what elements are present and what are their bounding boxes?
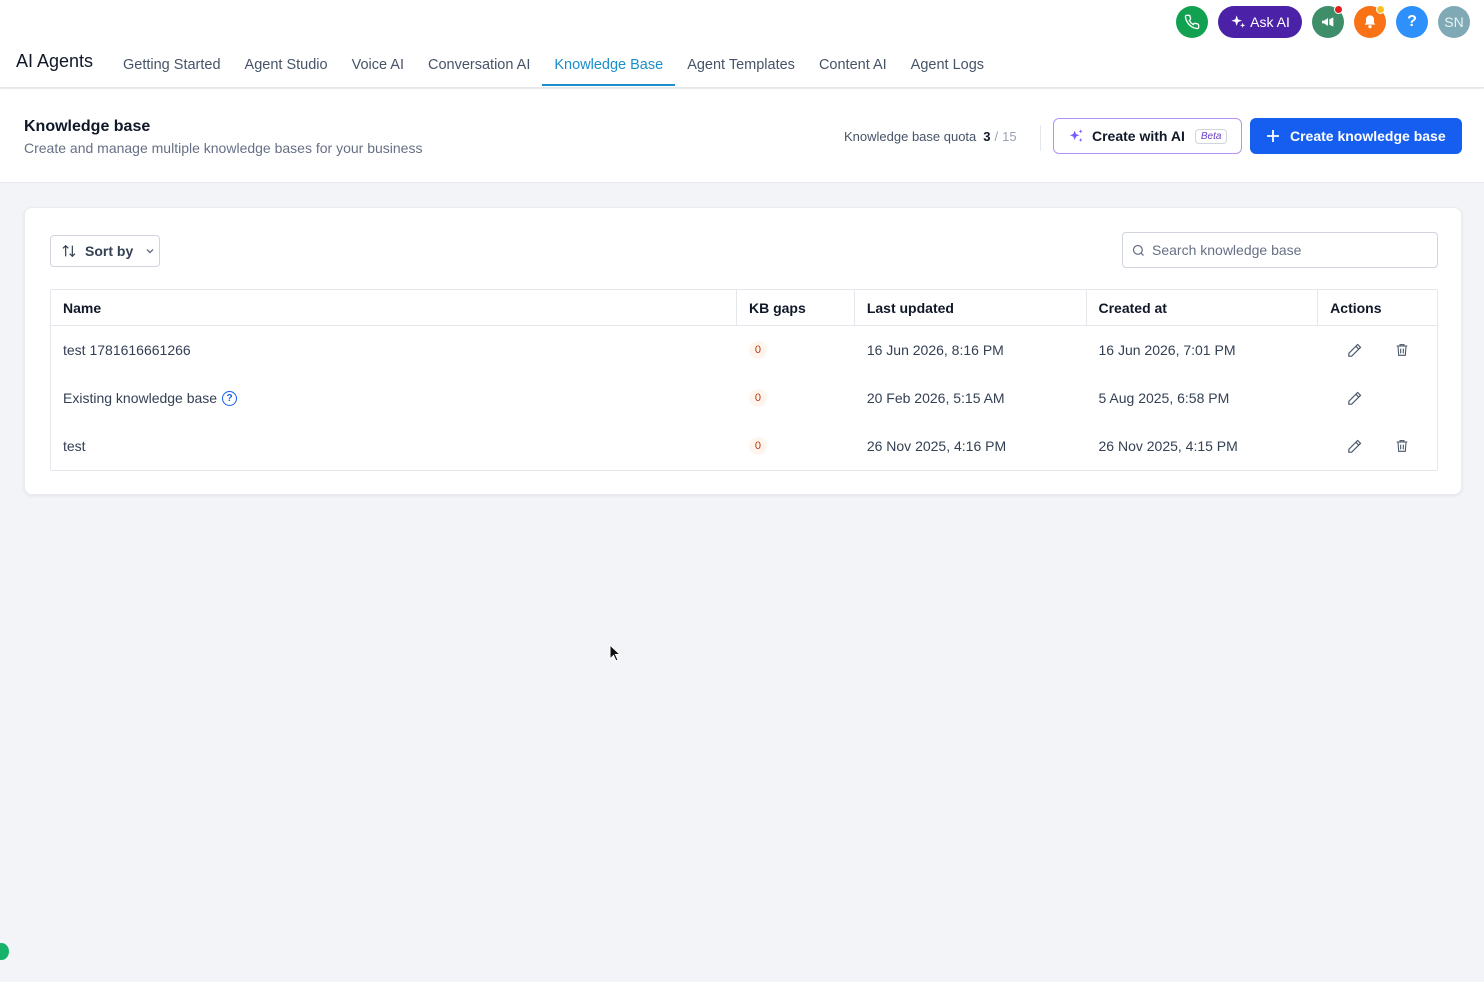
phone-button[interactable] — [1176, 6, 1208, 38]
kb-gaps-badge: 0 — [748, 437, 767, 455]
kb-gaps-badge: 0 — [748, 341, 767, 359]
chevron-down-icon — [146, 249, 154, 254]
actions-cell — [1318, 422, 1437, 470]
last-updated-cell: 16 Jun 2026, 8:16 PM — [866, 342, 1004, 358]
last-updated-cell: 20 Feb 2026, 5:15 AM — [866, 390, 1005, 406]
column-header-kb-gaps[interactable]: KB gaps — [737, 290, 855, 326]
top-navigation-bar: Ask AI ? SN AI Agents Getting Started Ag… — [0, 0, 1484, 88]
kb-gaps-cell: 0 — [737, 326, 855, 374]
sparkle-icon — [1070, 129, 1083, 142]
column-header-created-at[interactable]: Created at — [1087, 290, 1319, 326]
knowledge-base-table: Name KB gaps Last updated Created at Act… — [50, 289, 1438, 471]
tab-knowledge-base[interactable]: Knowledge Base — [542, 40, 676, 86]
help-button[interactable]: ? — [1396, 6, 1428, 38]
edit-button[interactable] — [1342, 434, 1366, 458]
row-name-cell[interactable]: Existing knowledge base ? — [51, 374, 737, 422]
avatar[interactable]: SN — [1438, 6, 1470, 38]
pencil-icon — [1347, 343, 1361, 357]
notification-dot — [1334, 5, 1343, 14]
table-row[interactable]: Existing knowledge base ? 0 20 Feb 2026,… — [51, 374, 1437, 422]
trash-icon — [1396, 344, 1408, 356]
last-updated-cell: 26 Nov 2025, 4:16 PM — [866, 438, 1007, 454]
help-icon: ? — [1407, 13, 1417, 30]
column-header-last-updated[interactable]: Last updated — [855, 290, 1087, 326]
search-input[interactable] — [1152, 242, 1422, 258]
announcements-button[interactable] — [1312, 5, 1344, 38]
column-header-name[interactable]: Name — [51, 290, 737, 326]
actions-cell — [1318, 374, 1437, 422]
quota-separator: / — [994, 129, 999, 144]
help-circle-icon[interactable]: ? — [222, 390, 238, 406]
top-icon-group: Ask AI ? SN — [1176, 5, 1470, 38]
kb-gaps-cell: 0 — [737, 422, 855, 470]
quota-label: Knowledge base quota — [844, 129, 977, 144]
megaphone-icon — [1322, 17, 1334, 27]
avatar-initials: SN — [1444, 14, 1464, 30]
tab-conversation-ai[interactable]: Conversation AI — [416, 40, 542, 86]
sort-by-button[interactable]: Sort by — [50, 235, 160, 267]
floating-widget-button[interactable] — [0, 943, 9, 960]
create-with-ai-button[interactable]: Create with AI Beta — [1053, 118, 1242, 154]
tab-agent-studio[interactable]: Agent Studio — [233, 40, 340, 86]
column-header-actions: Actions — [1330, 300, 1382, 316]
bell-icon — [1364, 15, 1376, 29]
divider — [1040, 125, 1041, 151]
sparkle-icon — [1231, 15, 1246, 28]
edit-button[interactable] — [1342, 338, 1366, 362]
quota-used: 3 — [983, 129, 991, 144]
delete-button[interactable] — [1390, 338, 1414, 362]
search-icon — [1132, 244, 1144, 256]
main-nav-tabs: Getting Started Agent Studio Voice AI Co… — [111, 40, 996, 86]
page-title: Knowledge base — [24, 118, 151, 135]
table-header: Name KB gaps Last updated Created at Act… — [51, 290, 1437, 326]
create-knowledge-base-label: Create knowledge base — [1290, 128, 1446, 144]
ask-ai-button[interactable]: Ask AI — [1218, 6, 1302, 38]
tab-voice-ai[interactable]: Voice AI — [340, 40, 416, 86]
quota-indicator: Knowledge base quota 3 / 15 — [844, 129, 1017, 144]
create-knowledge-base-button[interactable]: Create knowledge base — [1250, 118, 1462, 154]
sort-by-label: Sort by — [85, 243, 134, 259]
row-name[interactable]: Existing knowledge base — [63, 390, 217, 406]
created-at-cell: 5 Aug 2025, 6:58 PM — [1098, 390, 1230, 406]
edit-button[interactable] — [1342, 386, 1366, 410]
row-name[interactable]: test — [51, 422, 737, 470]
page-header: Knowledge base Create and manage multipl… — [0, 89, 1484, 183]
table-row[interactable]: test 0 26 Nov 2025, 4:16 PM 26 Nov 2025,… — [51, 422, 1437, 470]
pencil-icon — [1347, 439, 1361, 453]
phone-icon — [1184, 14, 1200, 30]
tab-content-ai[interactable]: Content AI — [807, 40, 899, 86]
tab-agent-logs[interactable]: Agent Logs — [899, 40, 996, 86]
table-row[interactable]: test 1781616661266 0 16 Jun 2026, 8:16 P… — [51, 326, 1437, 374]
knowledge-base-card: Sort by Name KB gaps Last updated Create… — [24, 207, 1462, 495]
page-subtitle: Create and manage multiple knowledge bas… — [24, 140, 423, 156]
row-name[interactable]: test 1781616661266 — [51, 326, 737, 374]
search-field[interactable] — [1122, 232, 1438, 268]
tab-agent-templates[interactable]: Agent Templates — [675, 40, 807, 86]
quota-total: 15 — [1002, 129, 1017, 144]
app-title: AI Agents — [16, 51, 94, 71]
delete-button[interactable] — [1390, 434, 1414, 458]
tab-getting-started[interactable]: Getting Started — [111, 40, 233, 86]
created-at-cell: 26 Nov 2025, 4:15 PM — [1098, 438, 1238, 454]
created-at-cell: 16 Jun 2026, 7:01 PM — [1098, 342, 1236, 358]
notifications-button[interactable] — [1354, 5, 1386, 38]
plus-icon — [1267, 130, 1279, 142]
notification-dot — [1376, 5, 1385, 14]
kb-gaps-cell: 0 — [737, 374, 855, 422]
sort-icon — [62, 244, 76, 258]
trash-icon — [1396, 440, 1408, 452]
actions-cell — [1318, 326, 1437, 374]
create-with-ai-label: Create with AI — [1092, 128, 1185, 144]
kb-gaps-badge: 0 — [748, 389, 767, 407]
ask-ai-label: Ask AI — [1250, 14, 1290, 30]
pencil-icon — [1347, 391, 1361, 405]
mouse-cursor-icon — [609, 644, 621, 662]
beta-badge: Beta — [1194, 128, 1228, 144]
